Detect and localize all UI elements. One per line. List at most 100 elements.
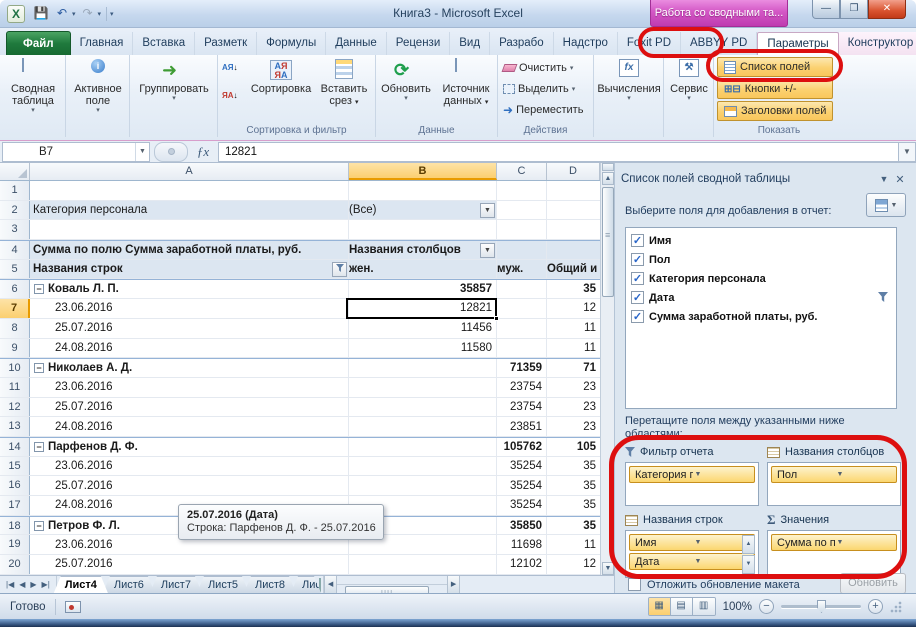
column-header-D[interactable]: D — [547, 163, 600, 180]
cell-D9[interactable]: 11 — [547, 339, 600, 358]
select-all-corner[interactable] — [0, 163, 30, 180]
panel-close-icon[interactable]: ✕ — [892, 173, 908, 186]
tab-Надстро[interactable]: Надстро — [554, 32, 618, 55]
formula-bar-splitter[interactable] — [154, 142, 188, 162]
tab-Конструктор[interactable]: Конструктор — [839, 32, 916, 55]
rows-area-scroll[interactable]: ▲ ▼ — [742, 535, 755, 573]
row-header-2[interactable]: 2 — [0, 201, 30, 220]
collapse-icon[interactable]: − — [34, 521, 44, 531]
row-header-14[interactable]: 14 — [0, 438, 30, 456]
expand-formula-bar-icon[interactable]: ▼ — [898, 142, 916, 162]
cell-A11[interactable]: 23.06.2016 — [30, 378, 349, 397]
field-item[interactable]: ✓Пол — [628, 250, 894, 269]
data-source-button[interactable]: Источникданных ▾ — [436, 57, 496, 109]
customize-qat-icon[interactable]: ▾ — [110, 10, 114, 18]
field-filter-funnel-icon[interactable] — [878, 292, 888, 305]
row-header-17[interactable]: 17 — [0, 496, 30, 515]
vertical-scroll-thumb[interactable] — [602, 187, 614, 297]
cell-C14[interactable]: 105762 — [497, 438, 547, 456]
panel-layout-button[interactable]: ▼ — [866, 193, 906, 217]
last-sheet-icon[interactable]: ▶| — [40, 580, 52, 589]
sort-za-button[interactable]: ЯА↓ — [222, 89, 238, 100]
tab-Foxit PD[interactable]: Foxit PD — [618, 32, 681, 55]
plus-minus-buttons-toggle[interactable]: ⊞⊟Кнопки +/- — [717, 79, 833, 99]
defer-layout-checkbox[interactable] — [628, 578, 641, 591]
resize-grip[interactable] — [890, 601, 902, 613]
scroll-left-icon[interactable]: ◀ — [324, 575, 337, 593]
insert-slicer-button[interactable]: Вставитьсрез ▾ — [316, 57, 372, 109]
area-pill-Пол[interactable]: Пол▼ — [771, 466, 897, 483]
macro-record-icon[interactable] — [65, 601, 81, 613]
cell-A15[interactable]: 23.06.2016 — [30, 457, 349, 476]
field-checkbox[interactable]: ✓ — [631, 310, 644, 323]
zoom-level-label[interactable]: 100% — [723, 601, 752, 613]
row-header-1[interactable]: 1 — [0, 181, 30, 200]
tab-Разметк[interactable]: Разметк — [195, 32, 257, 55]
field-checkbox[interactable]: ✓ — [631, 234, 644, 247]
column-header-A[interactable]: A — [30, 163, 349, 180]
redo-icon[interactable]: ↷ — [79, 5, 97, 23]
active-field-button[interactable]: i Активноеполе ▾ — [69, 57, 127, 114]
cell-C8[interactable] — [497, 319, 547, 338]
cell-dropdown-icon[interactable]: ▼ — [480, 203, 495, 218]
cell-D8[interactable]: 11 — [547, 319, 600, 338]
cell-D16[interactable]: 35 — [547, 476, 600, 495]
field-checkbox[interactable]: ✓ — [631, 253, 644, 266]
cell-A13[interactable]: 24.08.2016 — [30, 417, 349, 436]
row-header-10[interactable]: 10 — [0, 359, 30, 377]
cell-A9[interactable]: 24.08.2016 — [30, 339, 349, 358]
cell-D2[interactable] — [547, 201, 600, 220]
cell-B14[interactable] — [349, 438, 497, 456]
cell-A5[interactable]: Названия строк — [30, 260, 349, 279]
cell-B3[interactable] — [349, 220, 497, 239]
cell-B1[interactable] — [349, 181, 497, 200]
tab-Рецензи[interactable]: Рецензи — [387, 32, 450, 55]
column-header-C[interactable]: C — [497, 163, 547, 180]
cell-D20[interactable]: 12 — [547, 555, 600, 574]
field-item[interactable]: ✓Дата — [628, 288, 894, 307]
cell-D7[interactable]: 12 — [547, 299, 600, 318]
report-filter-area[interactable]: Категория персо...▼ — [625, 462, 759, 506]
tab-Главная[interactable]: Главная — [71, 32, 134, 55]
cell-D4[interactable] — [547, 241, 600, 259]
row-header-20[interactable]: 20 — [0, 555, 30, 574]
scroll-down-icon[interactable]: ▼ — [602, 562, 614, 575]
cell-C10[interactable]: 71359 — [497, 359, 547, 377]
tab-Вид[interactable]: Вид — [450, 32, 490, 55]
zoom-slider-thumb[interactable] — [817, 600, 826, 613]
tab-Данные[interactable]: Данные — [326, 32, 387, 55]
cell-C15[interactable]: 35254 — [497, 457, 547, 476]
tab-Разрабо[interactable]: Разрабо — [490, 32, 554, 55]
cell-B16[interactable] — [349, 476, 497, 495]
cell-D18[interactable]: 35 — [547, 517, 600, 535]
area-pill-Сумма по полю С...[interactable]: Сумма по полю С...▼ — [771, 534, 897, 551]
collapse-icon[interactable]: − — [34, 284, 44, 294]
tab-file[interactable]: Файл — [6, 31, 71, 55]
cell-D10[interactable]: 71 — [547, 359, 600, 377]
excel-logo-icon[interactable]: X — [7, 5, 25, 23]
tab-Параметры[interactable]: Параметры — [757, 32, 838, 55]
tools-button[interactable]: ⚒ Сервис ▾ — [666, 57, 712, 102]
cell-C16[interactable]: 35254 — [497, 476, 547, 495]
zoom-in-icon[interactable]: + — [868, 599, 883, 614]
insert-function-icon[interactable]: ƒx — [188, 144, 218, 160]
group-button[interactable]: ➜ Группировать ▾ — [132, 57, 216, 102]
cell-C13[interactable]: 23851 — [497, 417, 547, 436]
column-labels-area[interactable]: Пол▼ — [767, 462, 901, 506]
field-list-toggle[interactable]: Список полей — [717, 57, 833, 77]
cell-C17[interactable]: 35254 — [497, 496, 547, 515]
page-layout-view-icon[interactable]: ▤ — [671, 598, 693, 615]
cell-B11[interactable] — [349, 378, 497, 397]
field-item[interactable]: ✓Имя — [628, 231, 894, 250]
row-header-15[interactable]: 15 — [0, 457, 30, 476]
formula-input[interactable]: 12821 — [218, 142, 898, 162]
tab-Вставка[interactable]: Вставка — [133, 32, 195, 55]
rows-scroll-down-icon[interactable]: ▼ — [742, 555, 755, 574]
row-header-8[interactable]: 8 — [0, 319, 30, 338]
row-labels-filter-icon[interactable] — [332, 262, 347, 277]
cell-D13[interactable]: 23 — [547, 417, 600, 436]
cell-D17[interactable]: 35 — [547, 496, 600, 515]
cell-B2[interactable]: (Все)▼ — [349, 201, 497, 220]
row-header-7[interactable]: 7 — [0, 299, 30, 318]
cell-D1[interactable] — [547, 181, 600, 200]
